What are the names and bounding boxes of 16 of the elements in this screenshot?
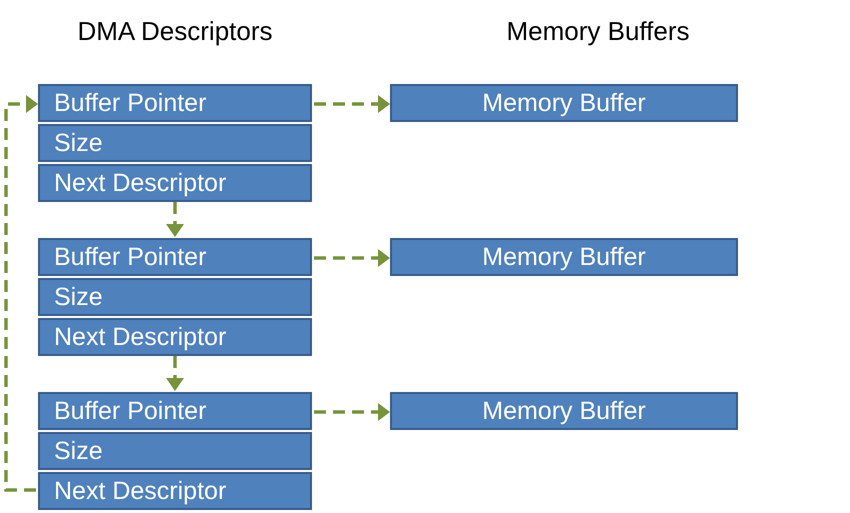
descriptor-field: Next Descriptor [38,472,312,510]
memory-buffer-box: Memory Buffer [390,84,738,122]
descriptor-field: Size [38,278,312,316]
memory-buffer-box: Memory Buffer [390,238,738,276]
memory-buffer-box: Memory Buffer [390,392,738,430]
dashed-arrow [166,356,184,391]
descriptor-field: Size [38,124,312,162]
descriptor-field: Next Descriptor [38,318,312,356]
descriptor-field: Size [38,432,312,470]
dashed-arrow [166,202,184,237]
descriptor-field: Buffer Pointer [38,238,312,276]
descriptor-field: Buffer Pointer [38,84,312,122]
descriptor-field: Next Descriptor [38,164,312,202]
column-heading: DMA Descriptors [76,16,274,47]
column-heading: Memory Buffers [505,16,690,47]
descriptor-field: Buffer Pointer [38,392,312,430]
